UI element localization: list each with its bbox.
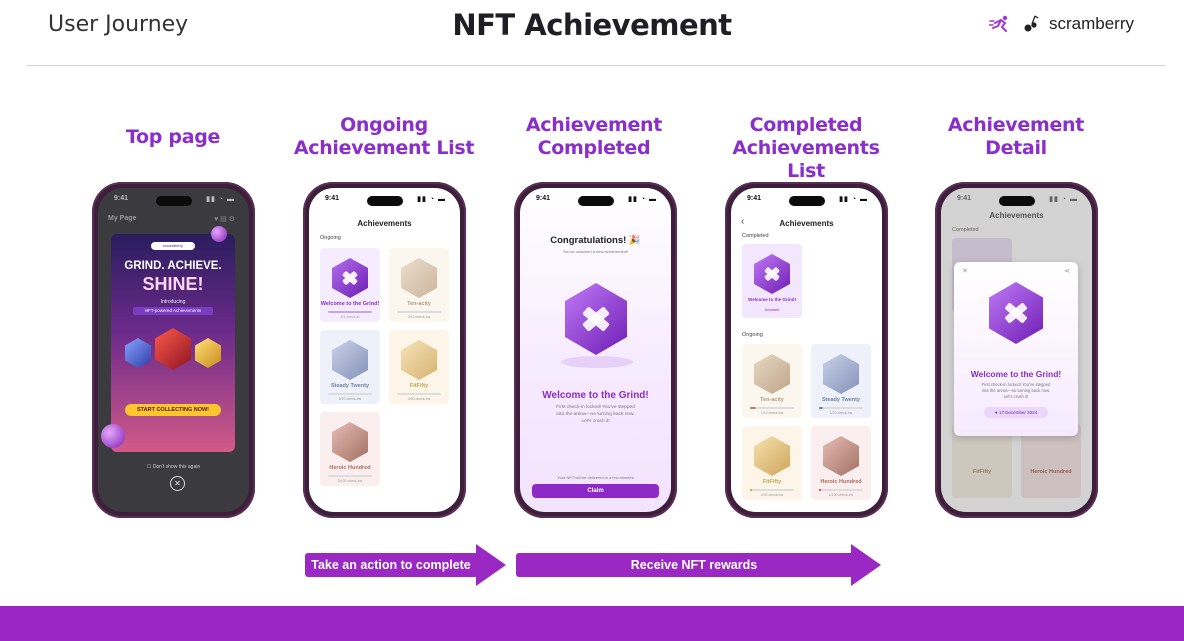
runner-logo-icon bbox=[988, 15, 1013, 33]
winged-badge-icon bbox=[754, 436, 790, 476]
phone-screen: 9:41 ▮▮ ◔ ▬ My Page ♥ ▤ ⚙ scramberry GRIN… bbox=[98, 188, 249, 512]
journey-slide: User Journey NFT Achievement scramberry … bbox=[0, 0, 1184, 641]
section-label: Ongoing bbox=[320, 235, 341, 241]
flow-arrow-rewards: Receive NFT rewards bbox=[516, 544, 881, 586]
achievement-card-ten-acity[interactable]: Ten-acity 0/10 check-ins bbox=[389, 248, 449, 322]
achievement-card-ten-acity[interactable]: Ten-acity 1/10 check-ins bbox=[742, 344, 802, 418]
column-title-top-page: Top page bbox=[125, 126, 221, 148]
phone-ongoing-list: 9:41 ▮▮ ◔ ▬ Achievements Ongoing Welcome … bbox=[303, 182, 466, 518]
my-page-label: My Page bbox=[108, 215, 137, 222]
dumbbell-badge-icon bbox=[565, 283, 627, 355]
brand-name: scramberry bbox=[1048, 14, 1134, 33]
winged-badge-icon bbox=[332, 422, 368, 462]
start-collecting-button[interactable]: START COLLECTING NOW! bbox=[125, 404, 221, 416]
promo-modal: scramberry GRIND. ACHIEVE. SHINE! Introd… bbox=[111, 234, 235, 452]
winged-badge-icon bbox=[754, 354, 790, 394]
badge-red-icon bbox=[155, 328, 191, 370]
phone-achievement-completed: 9:41 ▮▮ ◔ ▬ Congratulations! 🎉 You've unl… bbox=[514, 182, 677, 518]
phone-completed-list: 9:41 ▮▮ ◔ ▬ ‹ Achievements Completed Welc… bbox=[725, 182, 888, 518]
column-title-completed-list: Completed Achievements List bbox=[732, 114, 880, 182]
achievement-card-fitfifty[interactable]: FitFifty 1/50 check-ins bbox=[742, 426, 802, 500]
decor-orb-icon bbox=[101, 424, 125, 448]
phone-screen: 9:41 ▮▮ ◔ ▬ ‹ Achievements Completed Welc… bbox=[731, 188, 882, 512]
phone-top-page: 9:41 ▮▮ ◔ ▬ My Page ♥ ▤ ⚙ scramberry GRIN… bbox=[92, 182, 255, 518]
badge-gold-icon bbox=[195, 338, 221, 368]
screen-title: Achievements bbox=[357, 219, 412, 228]
phone-screen: 9:41 ▮▮ ◔ ▬ Achievements Completed FitFif… bbox=[941, 188, 1092, 512]
achievement-card-steady-twenty[interactable]: Steady Twenty 0/20 check-ins bbox=[320, 330, 380, 404]
dumbbell-badge-icon bbox=[989, 282, 1043, 344]
dynamic-island bbox=[155, 196, 192, 206]
achievement-card-welcome[interactable]: Welcome to the Grind! Unlocked bbox=[742, 244, 802, 318]
achievement-card-welcome[interactable]: Welcome to the Grind! 1/1 check-in bbox=[320, 248, 380, 322]
date-badge: ● 17 December 2024 bbox=[984, 407, 1048, 418]
achievement-name: Welcome to the Grind! bbox=[970, 369, 1062, 379]
badge-blue-icon bbox=[125, 338, 151, 368]
winged-badge-icon bbox=[332, 340, 368, 380]
promo-badge: scramberry bbox=[151, 242, 195, 250]
close-icon[interactable]: ✕ bbox=[962, 267, 968, 275]
winged-badge-icon bbox=[823, 354, 859, 394]
claim-button[interactable]: Claim bbox=[532, 484, 659, 498]
achievement-detail-modal: ✕ ⋖ Welcome to the Grind! First check-in… bbox=[954, 262, 1078, 436]
achievement-card-heroic-hundred[interactable]: Heroic Hundred 1/100 check-ins bbox=[811, 426, 871, 500]
promo-headline: GRIND. ACHIEVE. bbox=[124, 260, 222, 272]
phone-screen: 9:41 ▮▮ ◔ ▬ Achievements Ongoing Welcome … bbox=[309, 188, 460, 512]
brand-logo: scramberry bbox=[988, 14, 1134, 34]
decor-orb-icon bbox=[211, 226, 227, 242]
column-title-achievement-completed: Achievement Completed bbox=[525, 114, 663, 159]
dumbbell-badge-icon bbox=[332, 258, 368, 298]
promo-headline-shine: SHINE! bbox=[142, 274, 204, 294]
share-icon[interactable]: ⋖ bbox=[1064, 267, 1070, 275]
close-icon[interactable]: ✕ bbox=[170, 476, 185, 491]
screen-title: Achievements bbox=[779, 219, 834, 228]
congrats-title: Congratulations! 🎉 bbox=[550, 235, 641, 246]
footer-bar bbox=[0, 606, 1184, 641]
column-title-ongoing-list: Ongoing Achievement List bbox=[293, 114, 475, 159]
column-title-achievement-detail: Achievement Detail bbox=[947, 114, 1085, 159]
dont-show-checkbox[interactable]: ☐ Don't show this again bbox=[98, 464, 249, 470]
winged-badge-icon bbox=[401, 258, 437, 298]
winged-badge-icon bbox=[823, 436, 859, 476]
header-icons: ♥ ▤ ⚙ bbox=[214, 216, 235, 223]
winged-badge-icon bbox=[401, 340, 437, 380]
flow-arrow-complete: Take an action to complete bbox=[305, 544, 506, 586]
achievement-name: Welcome to the Grind! bbox=[542, 390, 649, 401]
header-divider bbox=[26, 65, 1166, 66]
berry-logo-icon bbox=[1023, 14, 1039, 34]
phone-achievement-detail: 9:41 ▮▮ ◔ ▬ Achievements Completed FitFif… bbox=[935, 182, 1098, 518]
dumbbell-badge-icon bbox=[754, 254, 790, 294]
screen-title: Achievements bbox=[989, 211, 1044, 220]
achievement-card-fitfifty[interactable]: FitFifty 0/50 check-ins bbox=[389, 330, 449, 404]
phone-screen: 9:41 ▮▮ ◔ ▬ Congratulations! 🎉 You've unl… bbox=[520, 188, 671, 512]
achievement-card-heroic-hundred[interactable]: Heroic Hundred 0/100 check-ins bbox=[320, 412, 380, 486]
achievement-card-steady-twenty[interactable]: Steady Twenty 1/20 check-ins bbox=[811, 344, 871, 418]
